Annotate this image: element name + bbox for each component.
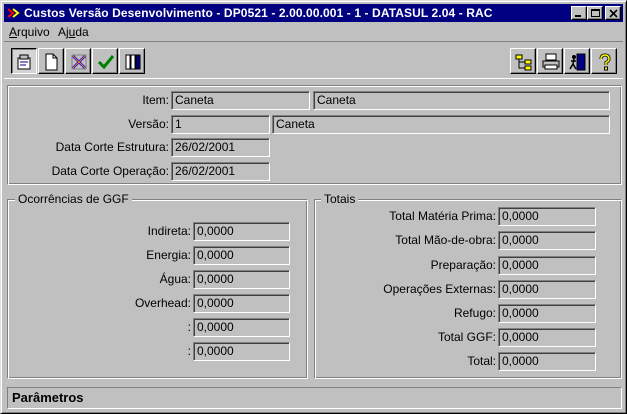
title-bar[interactable]: Custos Versão Desenvolvimento - DP0521 -… xyxy=(4,4,623,22)
ggf-energia-label: Energia: xyxy=(146,248,191,262)
confirm-button[interactable] xyxy=(92,48,118,74)
help-icon xyxy=(599,53,611,71)
versao-description-field[interactable]: Caneta xyxy=(272,115,610,134)
refugo-field[interactable]: 0,0000 xyxy=(498,304,596,323)
help-button[interactable] xyxy=(591,48,617,74)
ggf-extra-2-field[interactable]: 0,0000 xyxy=(193,342,290,361)
minimize-button[interactable] xyxy=(571,6,587,20)
tree-button[interactable] xyxy=(510,48,536,74)
total-field[interactable]: 0,0000 xyxy=(498,352,596,371)
window-title: Custos Versão Desenvolvimento - DP0521 -… xyxy=(24,6,493,20)
properties-button[interactable] xyxy=(11,48,37,74)
data-corte-estrutura-label: Data Corte Estrutura: xyxy=(55,140,169,154)
refugo-label: Refugo: xyxy=(453,306,496,320)
ggf-agua-label: Água: xyxy=(159,272,191,286)
versao-code-field[interactable]: 1 xyxy=(171,115,270,134)
total-ggf-field[interactable]: 0,0000 xyxy=(498,328,596,347)
item-description-field[interactable]: Caneta xyxy=(313,91,610,110)
operacoes-externas-label: Operações Externas: xyxy=(383,282,496,296)
print-button[interactable] xyxy=(537,48,563,74)
toolbar xyxy=(4,41,623,79)
columns-button[interactable] xyxy=(119,48,145,74)
columns-icon xyxy=(125,54,141,70)
total-ggf-label: Total GGF: xyxy=(437,330,496,344)
ggf-indireta-label: Indireta: xyxy=(147,224,191,238)
close-icon xyxy=(609,9,618,18)
new-button[interactable] xyxy=(38,48,64,74)
ggf-overhead-label: Overhead: xyxy=(134,296,191,310)
total-materia-prima-label: Total Matéria Prima: xyxy=(389,209,496,223)
exit-button[interactable] xyxy=(564,48,590,74)
maximize-icon xyxy=(591,9,600,17)
item-code-field[interactable]: Caneta xyxy=(171,91,310,110)
total-label: Total: xyxy=(467,354,496,368)
printer-icon xyxy=(542,53,560,70)
main-window: Custos Versão Desenvolvimento - DP0521 -… xyxy=(0,0,627,414)
data-corte-estrutura-field[interactable]: 26/02/2001 xyxy=(171,138,270,157)
data-corte-operacao-label: Data Corte Operação: xyxy=(51,164,169,178)
close-button[interactable] xyxy=(605,6,621,20)
operacoes-externas-field[interactable]: 0,0000 xyxy=(498,280,596,299)
ggf-energia-field[interactable]: 0,0000 xyxy=(193,246,290,265)
total-materia-prima-field[interactable]: 0,0000 xyxy=(498,207,596,226)
properties-icon xyxy=(17,54,31,70)
new-document-icon xyxy=(45,53,58,71)
item-label: Item: xyxy=(142,93,169,107)
check-icon xyxy=(97,55,115,70)
ggf-group-title: Ocorrências de GGF xyxy=(15,192,132,206)
ggf-extra-1-field[interactable]: 0,0000 xyxy=(193,318,290,337)
delete-icon xyxy=(71,54,87,70)
preparacao-field[interactable]: 0,0000 xyxy=(498,256,596,275)
totais-group-title: Totais xyxy=(321,192,359,206)
total-mao-de-obra-label: Total Mão-de-obra: xyxy=(395,233,496,247)
app-icon[interactable] xyxy=(6,6,20,20)
ggf-extra-2-label: : xyxy=(187,344,191,358)
total-mao-de-obra-field[interactable]: 0,0000 xyxy=(498,231,596,250)
exit-icon xyxy=(569,53,586,71)
maximize-button[interactable] xyxy=(587,6,603,20)
data-corte-operacao-field[interactable]: 26/02/2001 xyxy=(171,162,270,181)
versao-label: Versão: xyxy=(128,117,169,131)
menu-arquivo[interactable]: Arquivo xyxy=(9,25,50,39)
menu-ajuda[interactable]: Ajuda xyxy=(58,25,89,39)
tree-icon xyxy=(515,54,532,71)
minimize-icon xyxy=(575,15,581,17)
status-bar: Parâmetros xyxy=(7,387,622,409)
ggf-extra-1-label: : xyxy=(187,320,191,334)
preparacao-label: Preparação: xyxy=(430,258,496,272)
ggf-overhead-field[interactable]: 0,0000 xyxy=(193,294,290,313)
delete-button[interactable] xyxy=(65,48,91,74)
ggf-agua-field[interactable]: 0,0000 xyxy=(193,270,290,289)
ggf-indireta-field[interactable]: 0,0000 xyxy=(193,222,290,241)
